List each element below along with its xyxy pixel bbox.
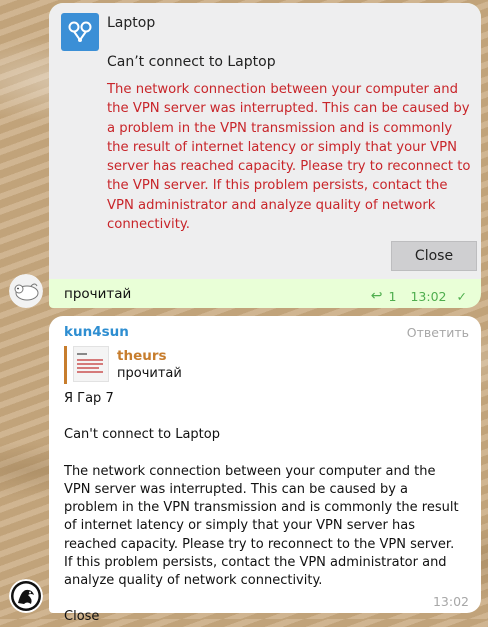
message-paragraph: The network connection between your comp…: [64, 463, 459, 588]
quoted-text: прочитай: [117, 366, 182, 381]
photo-message-bubble[interactable]: Laptop Can’t connect to Laptop The netwo…: [49, 3, 481, 308]
avatar-image: [9, 274, 43, 308]
message-meta: ↩ 1 13:02 ✓: [371, 288, 467, 304]
reply-count[interactable]: 1: [389, 289, 397, 304]
message-text: Я Гар 7 Can't connect to Laptop The netw…: [64, 390, 464, 627]
reply-arrow-icon[interactable]: ↩: [371, 288, 383, 304]
dialog-heading: Can’t connect to Laptop: [107, 54, 276, 70]
message-line: Can't connect to Laptop: [64, 427, 220, 443]
reply-button[interactable]: Ответить: [407, 325, 469, 340]
sender-name[interactable]: kun4sun: [64, 324, 129, 340]
quoted-message[interactable]: theurs прочитай: [64, 346, 182, 384]
vpn-error-dialog-screenshot[interactable]: Laptop Can’t connect to Laptop The netwo…: [49, 3, 481, 279]
quoted-photo-thumbnail: [73, 346, 109, 382]
message-time: 13:02: [432, 594, 469, 609]
dialog-close-button: Close: [391, 241, 477, 271]
dialog-error-text: The network connection between your comp…: [107, 82, 471, 233]
vpn-logo-icon: [61, 13, 99, 51]
message-line: Я Гар 7: [64, 391, 114, 406]
double-check-icon: ✓: [456, 288, 467, 304]
dialog-title: Laptop: [107, 15, 156, 31]
message-time: 13:02: [410, 288, 447, 304]
photo-caption: прочитай: [64, 286, 132, 302]
quoted-author: theurs: [117, 348, 167, 364]
avatar-image: [9, 579, 43, 613]
message-line: Close: [64, 609, 100, 625]
reply-message-bubble[interactable]: kun4sun Ответить theurs прочитай Я Гар 7…: [49, 316, 481, 624]
avatar-kun4sun[interactable]: [9, 579, 43, 613]
avatar-theurs[interactable]: [9, 274, 43, 308]
